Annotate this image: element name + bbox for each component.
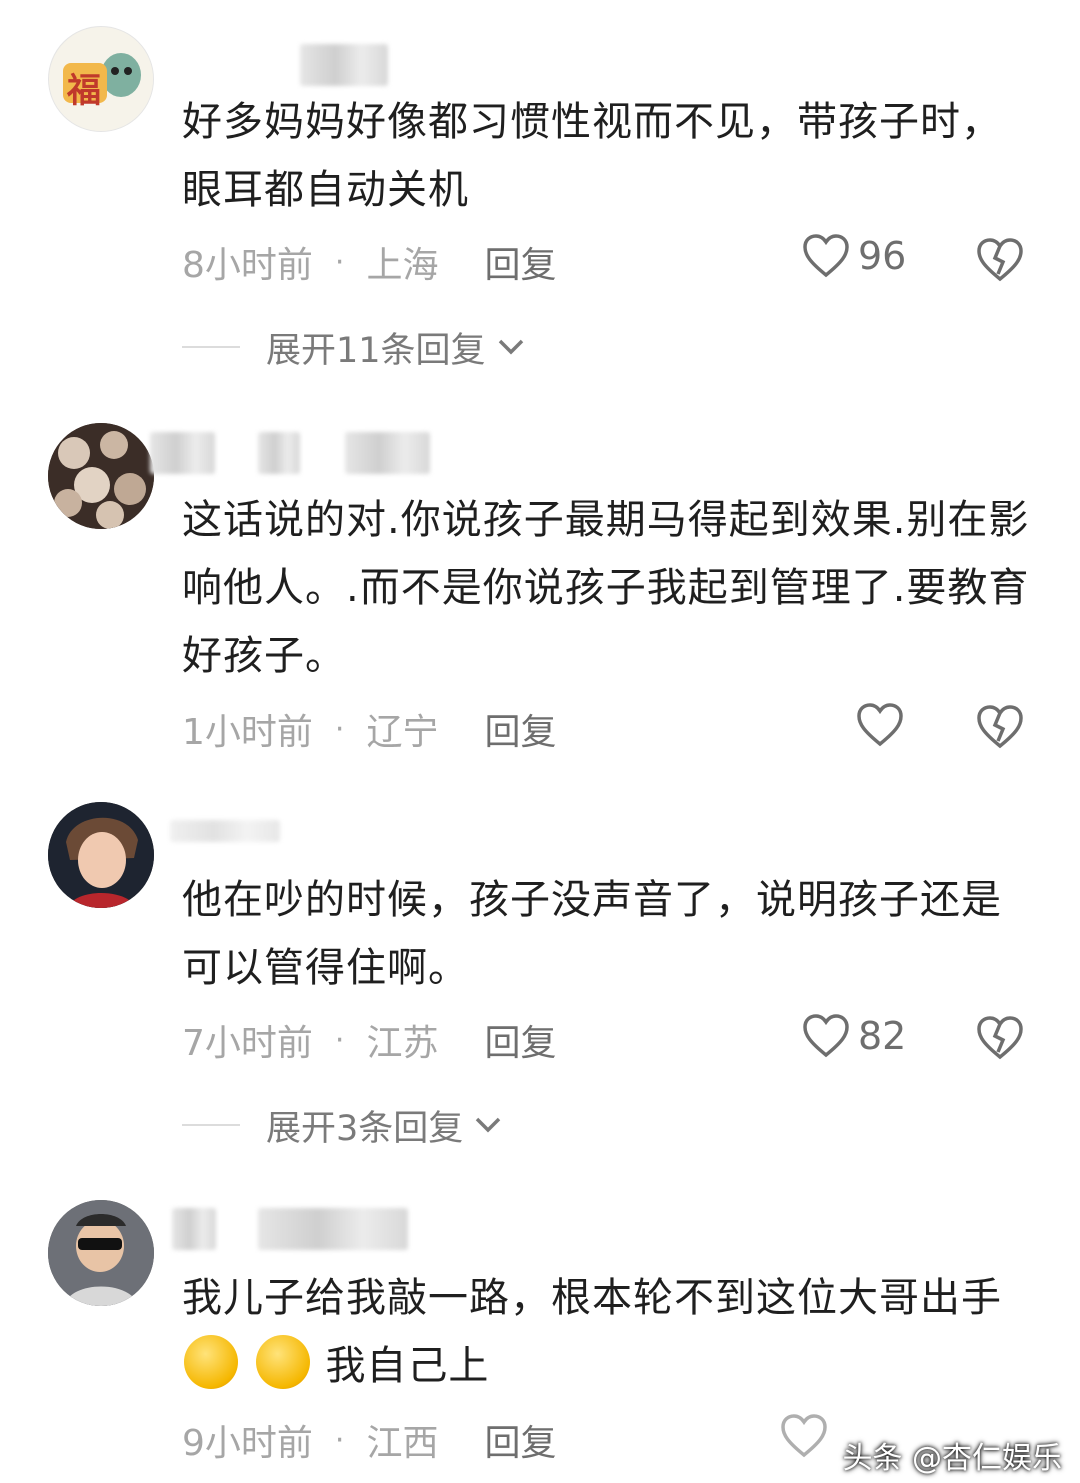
separator-dot: · bbox=[334, 244, 345, 280]
broken-heart-icon bbox=[977, 238, 1023, 282]
avatar-glyph: 福 bbox=[67, 71, 101, 111]
comment-location: 江西 bbox=[366, 1423, 439, 1464]
reply-button[interactable]: 回复 bbox=[484, 703, 556, 755]
heart-icon bbox=[781, 1414, 827, 1458]
heart-icon bbox=[857, 703, 903, 747]
username-redacted bbox=[170, 820, 280, 842]
heart-icon bbox=[803, 234, 849, 278]
dislike-button[interactable] bbox=[976, 238, 1024, 286]
comment-time: 8小时前 bbox=[182, 245, 313, 286]
broken-heart-icon bbox=[977, 705, 1023, 749]
grin-emoji-icon bbox=[184, 1335, 238, 1389]
chevron-down-icon bbox=[476, 1117, 501, 1133]
username-redacted bbox=[300, 44, 388, 86]
comment-time: 7小时前 bbox=[182, 1023, 313, 1064]
comment-location: 上海 bbox=[366, 245, 439, 286]
separator-dot: · bbox=[334, 1422, 345, 1458]
comment-text: 他在吵的时候，孩子没声音了，说明孩子还是可以管得住啊。 bbox=[182, 877, 1002, 991]
reply-button[interactable]: 回复 bbox=[484, 1414, 556, 1466]
comment-location: 江苏 bbox=[366, 1023, 439, 1064]
avatar-image bbox=[49, 27, 153, 131]
comment-text: 这话说的对.你说孩子最期马得起到效果.别在影响他人。.而不是你说孩子我起到管理了… bbox=[182, 497, 1030, 679]
separator-dot: · bbox=[334, 1022, 345, 1058]
like-button[interactable]: 82 bbox=[802, 1014, 906, 1058]
separator-dot: · bbox=[334, 711, 345, 747]
avatar[interactable] bbox=[48, 802, 154, 908]
username-redacted bbox=[258, 1208, 408, 1250]
grin-emoji-icon bbox=[255, 1335, 310, 1389]
dislike-button[interactable] bbox=[976, 705, 1024, 753]
comment-meta: 8小时前 · 上海 回复 bbox=[182, 232, 556, 292]
comment-meta: 9小时前 · 江西 回复 bbox=[182, 1410, 556, 1470]
heart-icon bbox=[803, 1014, 849, 1058]
avatar[interactable]: 福 bbox=[48, 26, 154, 132]
username-redacted bbox=[345, 432, 430, 474]
chevron-down-icon bbox=[498, 339, 523, 355]
reply-button[interactable]: 回复 bbox=[484, 236, 556, 288]
avatar-image bbox=[48, 802, 154, 908]
comment-text-part: 我自己上 bbox=[325, 1343, 490, 1389]
comment-time: 9小时前 bbox=[182, 1423, 313, 1464]
comment-meta: 7小时前 · 江苏 回复 bbox=[182, 1010, 556, 1070]
like-button[interactable] bbox=[856, 703, 904, 747]
comment-text-part: 我儿子给我敲一路，根本轮不到这位大哥出手 bbox=[182, 1275, 1002, 1321]
comment-location: 辽宁 bbox=[366, 712, 439, 753]
avatar-image bbox=[48, 1200, 154, 1306]
reply-button[interactable]: 回复 bbox=[484, 1014, 556, 1066]
like-count: 82 bbox=[858, 1014, 907, 1058]
broken-heart-icon bbox=[977, 1016, 1023, 1060]
avatar-image bbox=[48, 423, 154, 529]
avatar[interactable] bbox=[48, 1200, 154, 1306]
like-count: 96 bbox=[858, 234, 907, 278]
username-redacted bbox=[258, 432, 300, 474]
watermark: 头条 @杏仁娱乐 bbox=[842, 1441, 1062, 1476]
expand-replies-button[interactable]: 展开3条回复 bbox=[182, 1100, 503, 1150]
divider-line bbox=[182, 1124, 240, 1126]
username-redacted bbox=[150, 432, 215, 474]
dislike-button[interactable] bbox=[976, 1016, 1024, 1064]
comment-text: 好多妈妈好像都习惯性视而不见，带孩子时，眼耳都自动关机 bbox=[182, 99, 1002, 213]
comment-time: 1小时前 bbox=[182, 712, 313, 753]
comment-meta: 1小时前 · 辽宁 回复 bbox=[182, 699, 556, 759]
like-button[interactable] bbox=[780, 1414, 828, 1458]
expand-replies-button[interactable]: 展开11条回复 bbox=[182, 322, 526, 372]
expand-replies-label: 展开3条回复 bbox=[266, 1108, 464, 1149]
username-redacted bbox=[172, 1208, 216, 1250]
comment-text: 我儿子给我敲一路，根本轮不到这位大哥出手 我自己上 bbox=[182, 1264, 1032, 1400]
like-button[interactable]: 96 bbox=[802, 234, 906, 278]
divider-line bbox=[182, 346, 240, 348]
avatar[interactable] bbox=[48, 423, 154, 529]
expand-replies-label: 展开11条回复 bbox=[266, 330, 486, 371]
